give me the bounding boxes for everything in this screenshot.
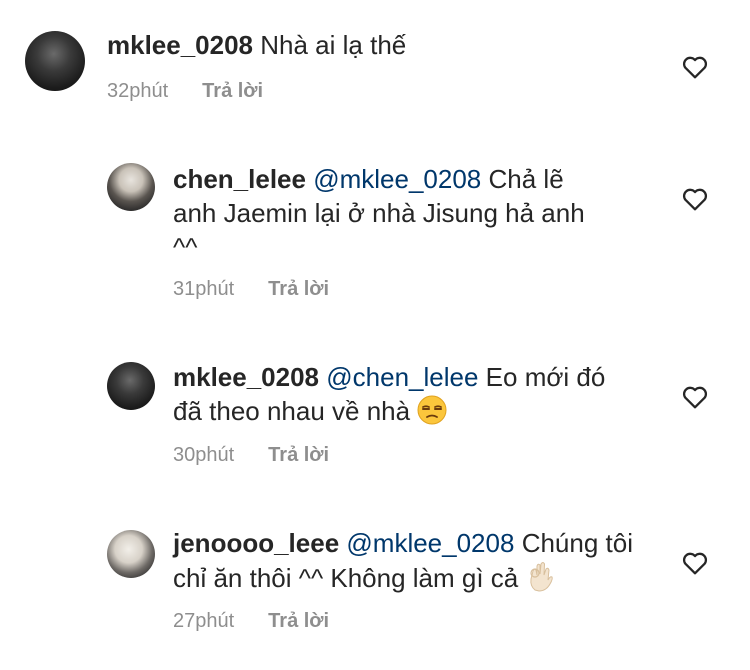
comment-meta: 27phút Trả lời [173,610,329,633]
comment-timestamp: 27phút [173,610,235,632]
avatar[interactable] [107,530,155,578]
comment-mention[interactable]: @mklee_0208 [346,528,514,558]
ok-hand-emoji [529,562,553,592]
reply-button[interactable]: Trả lời [268,610,329,632]
comment-item: jenoooo_leee @mklee_0208 Chúng tôi chỉ ă… [0,0,750,660]
comment-username[interactable]: jenoooo_leee [173,528,339,558]
comment-body: jenoooo_leee @mklee_0208 Chúng tôi chỉ ă… [173,526,643,595]
heart-icon[interactable] [682,551,708,575]
